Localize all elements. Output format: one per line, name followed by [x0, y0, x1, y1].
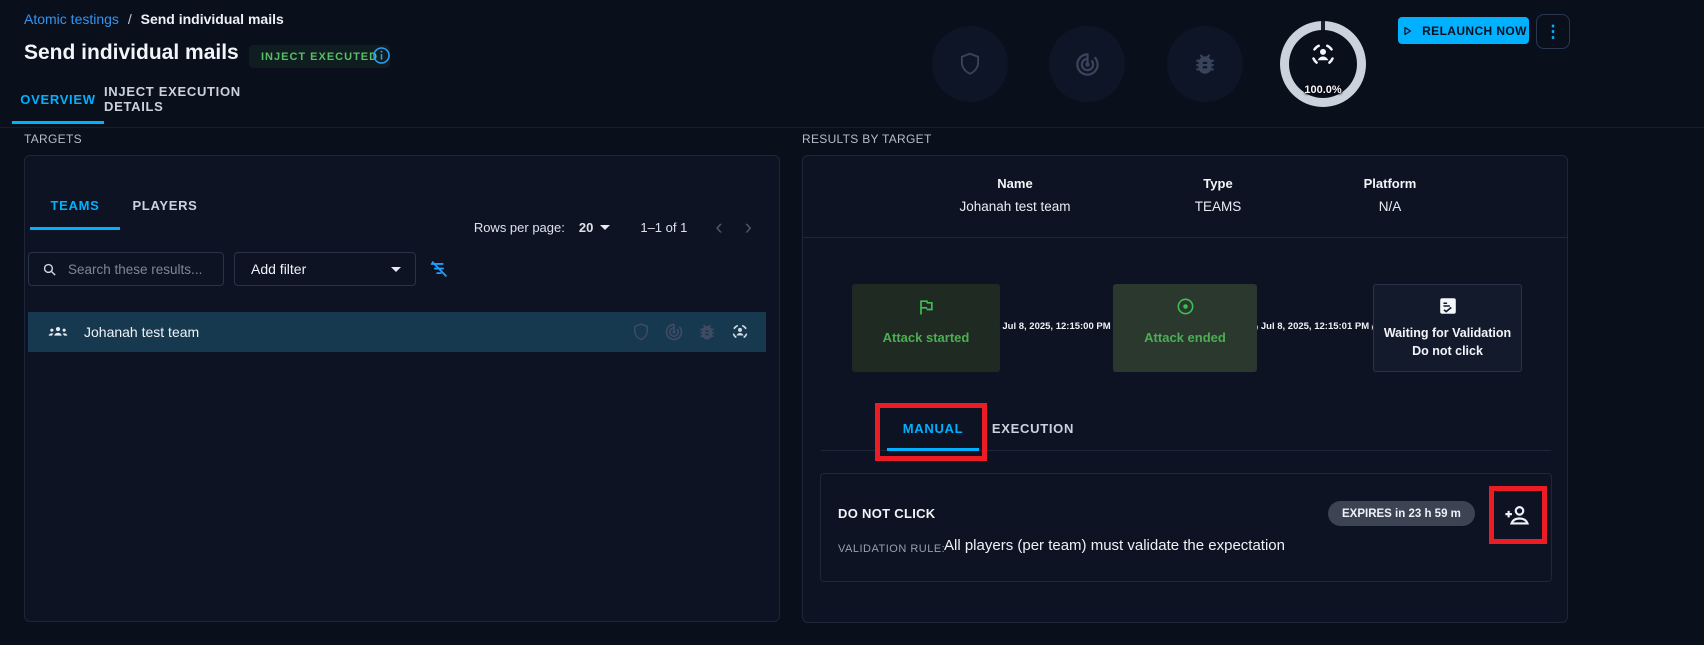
summary-name-value: Johanah test team: [905, 199, 1125, 214]
flag-icon: [916, 297, 936, 317]
targets-section-label: TARGETS: [24, 132, 82, 146]
breadcrumb-link-atomic-testings[interactable]: Atomic testings: [24, 11, 119, 27]
summary-platform-label: Platform: [1280, 176, 1500, 191]
tab-teams-underline: [30, 227, 120, 230]
breadcrumb: Atomic testings / Send individual mails: [24, 11, 284, 27]
tab-overview-underline: [12, 121, 104, 124]
annotation-box-add-player: [1489, 486, 1547, 544]
team-result-icons: [631, 322, 766, 342]
timeline-step-label: Attack started: [883, 330, 970, 345]
expectation-card: [820, 473, 1552, 582]
breadcrumb-separator: /: [128, 11, 132, 27]
validation-rule-value: All players (per team) must validate the…: [944, 537, 1285, 554]
tab-teams[interactable]: TEAMS: [30, 192, 120, 218]
summary-col-platform: Platform N/A: [1280, 176, 1500, 214]
circle-dot-icon: [1175, 296, 1196, 317]
expires-chip: EXPIRES in 23 h 59 m: [1328, 501, 1475, 526]
annotation-box-manual-tab: [875, 403, 987, 461]
add-filter-select[interactable]: Add filter: [234, 252, 416, 286]
timeline-connector-2: Jul 8, 2025, 12:15:01 PM: [1257, 284, 1373, 372]
detection-track-changes-icon: [1049, 26, 1125, 102]
play-outline-icon: [1400, 24, 1414, 38]
summary-platform-value: N/A: [1280, 199, 1500, 214]
filter-off-icon[interactable]: [428, 258, 450, 285]
vulnerability-bug-icon: [1167, 26, 1243, 102]
search-icon: [41, 261, 58, 278]
status-badge: INJECT EXECUTED: [249, 45, 390, 68]
pagination-range: 1–1 of 1: [640, 220, 687, 235]
results-section-label: RESULTS BY TARGET: [802, 132, 932, 146]
summary-name-label: Name: [905, 176, 1125, 191]
pagination-prev-icon[interactable]: ‹: [715, 217, 722, 237]
timeline-step-label: Attack ended: [1144, 330, 1226, 345]
tab-players[interactable]: PLAYERS: [128, 192, 202, 218]
relaunch-now-label: RELAUNCH NOW: [1422, 24, 1527, 38]
pagination-next-icon[interactable]: ›: [745, 217, 752, 237]
summary-col-name: Name Johanah test team: [905, 176, 1125, 214]
caret-down-icon[interactable]: [600, 225, 610, 230]
timeline-timestamp: Jul 8, 2025, 12:15:00 PM: [999, 321, 1113, 332]
timeline-step-sublabel: Do not click: [1412, 344, 1483, 358]
tab-overview[interactable]: OVERVIEW: [12, 85, 104, 113]
page-title: Send individual mails: [24, 41, 239, 65]
caret-down-icon: [391, 267, 401, 272]
score-value: 100.0%: [1280, 84, 1366, 96]
sensor-person-icon: [730, 322, 750, 342]
timeline-step-waiting-validation: Waiting for Validation Do not click: [1373, 284, 1522, 372]
timeline-timestamp: Jul 8, 2025, 12:15:01 PM: [1258, 321, 1372, 332]
team-row-johanah-test-team[interactable]: Johanah test team: [28, 312, 766, 352]
atomic-testing-page: Atomic testings / Send individual mails …: [0, 0, 1704, 645]
tab-execution[interactable]: EXECUTION: [985, 416, 1081, 440]
header-divider: [0, 127, 1704, 128]
score-donut: 100.0%: [1280, 21, 1366, 107]
validation-rule-label: VALIDATION RULE:: [838, 543, 945, 555]
breadcrumb-current: Send individual mails: [141, 11, 284, 27]
rows-per-page-select[interactable]: 20: [579, 220, 593, 235]
rows-per-page-label: Rows per page:: [474, 220, 565, 235]
summary-divider: [803, 237, 1567, 238]
pagination: Rows per page: 20 1–1 of 1 ‹ ›: [430, 213, 752, 241]
groups-icon: [47, 321, 69, 343]
timeline-step-attack-ended: Attack ended: [1113, 284, 1257, 372]
track-changes-icon: [664, 322, 684, 342]
search-input[interactable]: [66, 261, 247, 278]
bug-icon: [697, 322, 717, 342]
validation-card-icon: [1437, 295, 1459, 317]
tab-inject-execution-details[interactable]: INJECT EXECUTION DETAILS: [104, 85, 288, 113]
shield-icon: [631, 322, 651, 342]
team-name: Johanah test team: [84, 324, 199, 340]
sensor-person-icon: [1308, 40, 1338, 75]
search-box: [28, 252, 224, 286]
timeline-connector-1: Jul 8, 2025, 12:15:00 PM: [1000, 284, 1113, 372]
more-options-kebab-icon[interactable]: ⋮: [1536, 14, 1570, 49]
info-icon[interactable]: [371, 45, 392, 71]
timeline-step-attack-started: Attack started: [852, 284, 1000, 372]
timeline-step-label: Waiting for Validation: [1384, 326, 1511, 340]
add-filter-label: Add filter: [251, 261, 306, 277]
relaunch-now-button[interactable]: RELAUNCH NOW: [1398, 17, 1529, 44]
expectation-title: DO NOT CLICK: [838, 506, 935, 521]
prevention-shield-icon: [932, 26, 1008, 102]
